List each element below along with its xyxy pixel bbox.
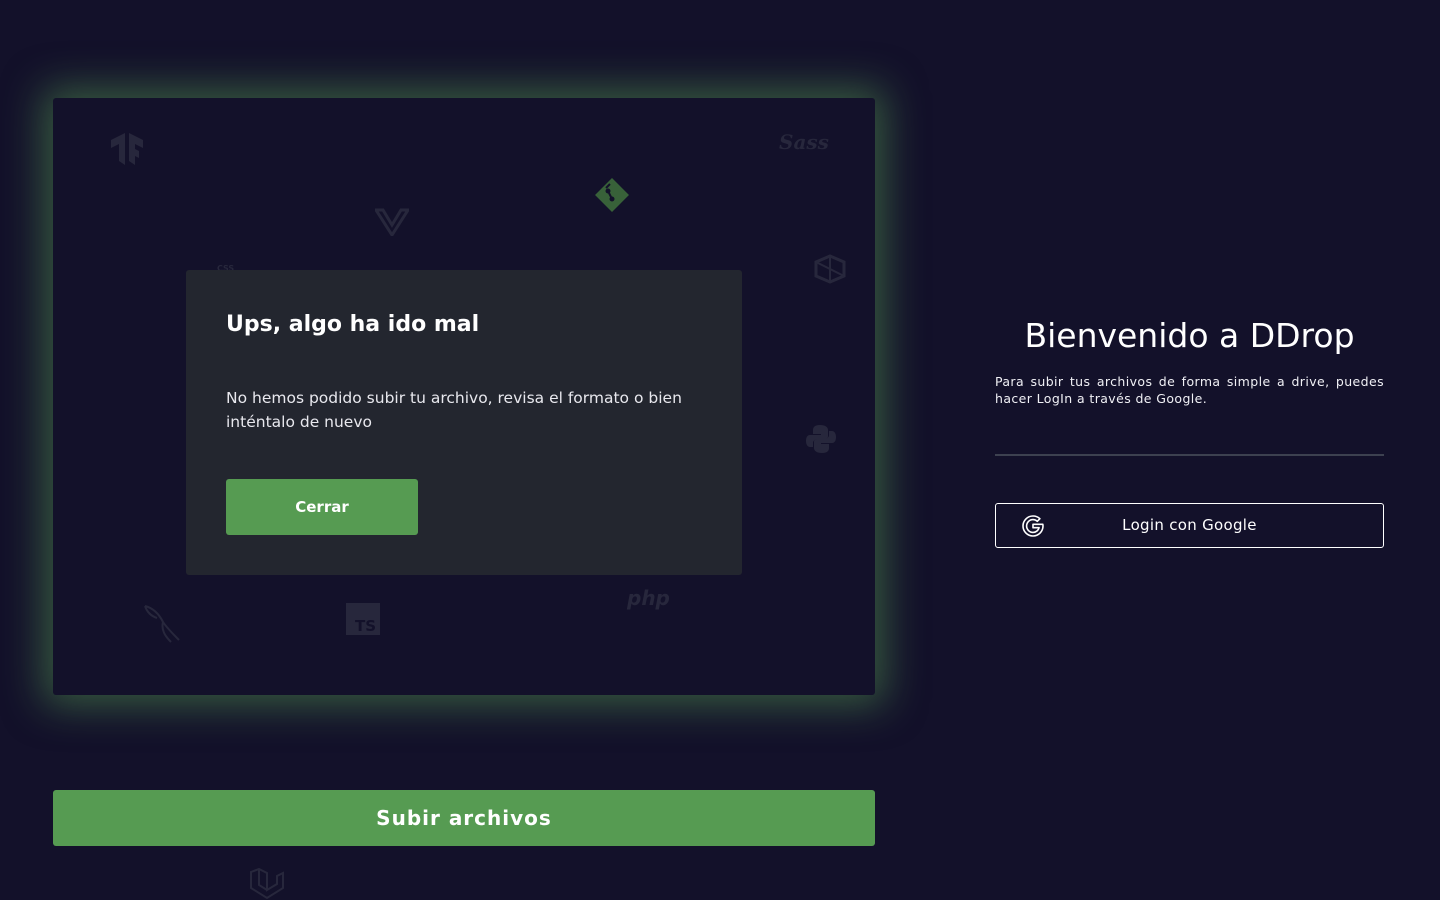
error-dialog: Ups, algo ha ido mal No hemos podido sub… bbox=[186, 270, 742, 575]
vue-icon bbox=[375, 208, 409, 236]
tensorflow-icon bbox=[109, 132, 145, 166]
laravel-icon bbox=[249, 868, 285, 900]
php-icon: php bbox=[627, 586, 670, 610]
dialog-message: No hemos podido subir tu archivo, revisa… bbox=[226, 389, 682, 431]
upload-files-button[interactable]: Subir archivos bbox=[53, 790, 875, 846]
typescript-icon-text: TS bbox=[355, 617, 376, 635]
google-login-label: Login con Google bbox=[1122, 516, 1257, 534]
git-icon bbox=[593, 176, 631, 214]
sass-icon: Sass bbox=[779, 130, 829, 154]
mysql-icon bbox=[141, 604, 183, 644]
welcome-title: Bienvenido a DDrop bbox=[1024, 316, 1355, 355]
numpy-icon bbox=[813, 254, 847, 284]
divider bbox=[995, 454, 1384, 456]
welcome-description: Para subir tus archivos de forma simple … bbox=[995, 374, 1384, 406]
python-icon bbox=[805, 423, 837, 455]
typescript-icon: TS bbox=[346, 603, 380, 635]
dialog-title: Ups, algo ha ido mal bbox=[226, 312, 480, 337]
google-login-button[interactable]: Login con Google bbox=[995, 503, 1384, 548]
drop-zone[interactable]: Sass CSS TS php Ups, algo ha ido mal No … bbox=[53, 98, 875, 695]
close-button[interactable]: Cerrar bbox=[226, 479, 418, 535]
